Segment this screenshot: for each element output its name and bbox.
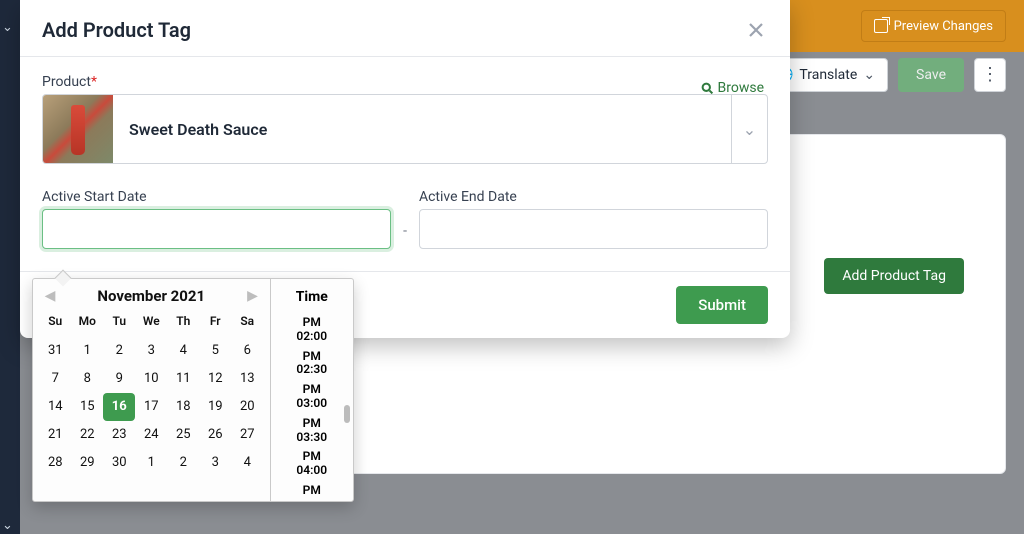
time-option[interactable]: PM03:00 [271, 380, 353, 414]
calendar-day[interactable]: 2 [167, 449, 199, 477]
save-button[interactable]: Save [898, 58, 964, 92]
page-toolbar: 🌐 Translate ⌄ Save ⋮ [763, 58, 1006, 92]
calendar-day[interactable]: 1 [71, 337, 103, 365]
prev-month-button[interactable]: ◀ [41, 287, 59, 305]
time-option[interactable]: PM02:00 [271, 313, 353, 347]
calendar-day[interactable]: 26 [199, 421, 231, 449]
browse-link[interactable]: Browse [701, 80, 764, 96]
scrollbar-thumb[interactable] [344, 405, 350, 423]
calendar-day[interactable]: 13 [231, 365, 263, 393]
product-name: Sweet Death Sauce [113, 95, 731, 163]
dow-header: Fr [199, 309, 231, 337]
calendar-day[interactable]: 30 [103, 449, 135, 477]
calendar-day[interactable]: 25 [167, 421, 199, 449]
calendar-day[interactable]: 3 [135, 337, 167, 365]
calendar-day[interactable]: 24 [135, 421, 167, 449]
calendar-day[interactable]: 9 [103, 365, 135, 393]
end-date-input[interactable] [419, 209, 768, 249]
time-option[interactable]: PM02:30 [271, 347, 353, 381]
calendar-day[interactable]: 21 [39, 421, 71, 449]
calendar-day[interactable]: 10 [135, 365, 167, 393]
dow-header: Sa [231, 309, 263, 337]
date-picker: ◀ November 2021 ▶ SuMoTuWeThFrSa31123456… [32, 278, 354, 502]
time-scrollbar[interactable] [343, 315, 351, 499]
time-option[interactable]: PM [271, 481, 353, 501]
calendar-day[interactable]: 20 [231, 393, 263, 421]
search-icon [701, 82, 714, 95]
end-date-label: Active End Date [419, 189, 517, 205]
product-select[interactable]: Sweet Death Sauce ⌄ [42, 94, 768, 164]
calendar-day[interactable]: 22 [71, 421, 103, 449]
calendar-day[interactable]: 3 [199, 449, 231, 477]
calendar-day[interactable]: 17 [135, 393, 167, 421]
calendar-day[interactable]: 16 [103, 393, 135, 421]
calendar-day[interactable]: 14 [39, 393, 71, 421]
preview-changes-button[interactable]: Preview Changes [861, 10, 1006, 42]
chevron-down-icon: ⌄ [863, 67, 875, 83]
product-dropdown-caret[interactable]: ⌄ [731, 95, 767, 163]
sidebar: ⌄ ⌄ [0, 0, 20, 534]
calendar-day[interactable]: 1 [135, 449, 167, 477]
calendar-day[interactable]: 19 [199, 393, 231, 421]
calendar-day[interactable]: 27 [231, 421, 263, 449]
preview-label: Preview Changes [894, 19, 993, 34]
close-icon [747, 21, 765, 39]
external-icon [874, 19, 888, 33]
dow-header: Su [39, 309, 71, 337]
chevron-down-icon[interactable]: ⌄ [2, 20, 13, 35]
calendar-day[interactable]: 8 [71, 365, 103, 393]
dow-header: Tu [103, 309, 135, 337]
date-range-separator: - [403, 223, 407, 239]
month-year-label: November 2021 [97, 287, 205, 305]
calendar-day[interactable]: 6 [231, 337, 263, 365]
calendar-day[interactable]: 15 [71, 393, 103, 421]
translate-label: Translate [799, 67, 857, 83]
chevron-down-icon: ⌄ [743, 120, 756, 139]
time-header: Time [271, 279, 353, 313]
start-date-input[interactable] [42, 209, 391, 249]
calendar-day[interactable]: 18 [167, 393, 199, 421]
product-label: Product* [42, 74, 97, 90]
calendar-day[interactable]: 29 [71, 449, 103, 477]
dow-header: Th [167, 309, 199, 337]
time-list[interactable]: PM02:00PM02:30PM03:00PM03:30PM04:00PM [271, 313, 353, 501]
calendar-day[interactable]: 11 [167, 365, 199, 393]
more-menu-button[interactable]: ⋮ [974, 58, 1006, 92]
close-button[interactable] [744, 18, 768, 42]
calendar-day[interactable]: 4 [231, 449, 263, 477]
time-option[interactable]: PM03:30 [271, 414, 353, 448]
calendar-day[interactable]: 23 [103, 421, 135, 449]
add-product-tag-button[interactable]: Add Product Tag [824, 258, 964, 294]
next-month-button[interactable]: ▶ [244, 287, 262, 305]
calendar-day[interactable]: 4 [167, 337, 199, 365]
browse-label: Browse [718, 80, 764, 96]
time-option[interactable]: PM04:00 [271, 447, 353, 481]
calendar-day[interactable]: 5 [199, 337, 231, 365]
calendar-day[interactable]: 28 [39, 449, 71, 477]
calendar-day[interactable]: 12 [199, 365, 231, 393]
calendar-day[interactable]: 2 [103, 337, 135, 365]
modal-title: Add Product Tag [42, 18, 191, 42]
dow-header: We [135, 309, 167, 337]
calendar-day[interactable]: 7 [39, 365, 71, 393]
calendar-day[interactable]: 31 [39, 337, 71, 365]
product-thumbnail [43, 95, 113, 164]
start-date-label: Active Start Date [42, 189, 147, 205]
submit-button[interactable]: Submit [676, 286, 768, 324]
dow-header: Mo [71, 309, 103, 337]
chevron-down-icon[interactable]: ⌄ [2, 518, 13, 533]
